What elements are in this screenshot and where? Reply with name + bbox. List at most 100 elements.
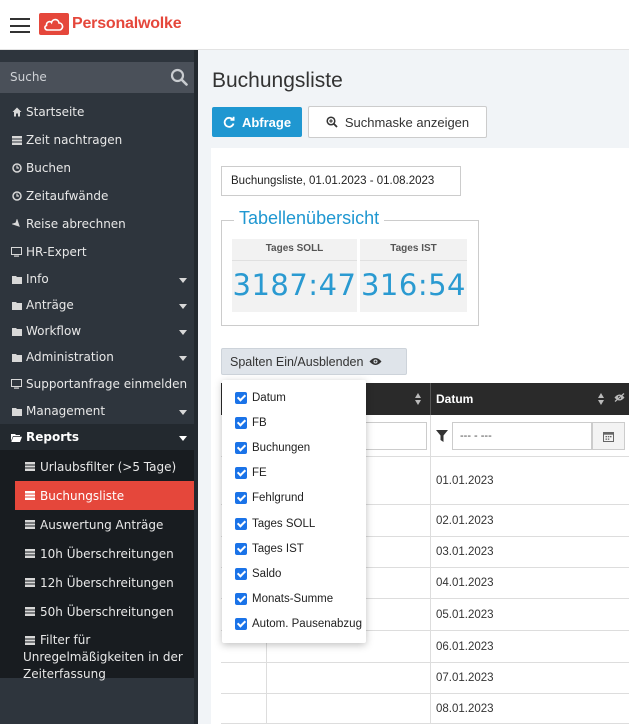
sidebar-subitem-12h[interactable]: 12h Überschreitungen bbox=[0, 568, 194, 597]
stat-label: Tages SOLL bbox=[265, 243, 324, 254]
column-visibility-menu: Datum FB Buchungen FE Fehlgrund Tages SOLL Tag… bbox=[222, 380, 366, 643]
date-cell: 04.01.2023 bbox=[436, 577, 494, 589]
checkbox-checked-icon[interactable] bbox=[235, 391, 247, 404]
filter-cell: --- - --- bbox=[431, 415, 629, 457]
column-toggle-item[interactable]: FB bbox=[222, 410, 366, 435]
sidebar-item-label: Zeiterfassung bbox=[23, 667, 106, 681]
sidebar-item-antraege[interactable]: Anträge bbox=[0, 292, 194, 318]
sidebar-item-administration[interactable]: Administration bbox=[0, 344, 194, 370]
table-icon bbox=[25, 548, 37, 559]
sidebar-item-zeitaufwaende[interactable]: Zeitaufwände bbox=[0, 182, 194, 210]
checkbox-checked-icon[interactable] bbox=[235, 593, 247, 606]
search-input[interactable] bbox=[10, 70, 160, 84]
table-icon bbox=[25, 577, 37, 588]
search-mask-button[interactable]: Suchmaske anzeigen bbox=[308, 106, 487, 138]
column-toggle-label: FE bbox=[252, 467, 267, 480]
checkbox-checked-icon[interactable] bbox=[235, 441, 247, 454]
folder-icon bbox=[10, 351, 23, 363]
sidebar-item-buchen[interactable]: Buchen bbox=[0, 154, 194, 182]
column-toggle-label: Buchungen bbox=[252, 441, 311, 454]
sidebar-item-zeit-nachtragen[interactable]: Zeit nachtragen bbox=[0, 126, 194, 154]
sidebar-item-label: Buchungsliste bbox=[40, 488, 125, 503]
clock-icon bbox=[10, 162, 23, 174]
stat-divider bbox=[360, 260, 467, 261]
column-toggle-item[interactable]: Saldo bbox=[222, 561, 366, 586]
date-cell: 05.01.2023 bbox=[436, 608, 494, 621]
sidebar-item-label: Supportanfrage einmelden bbox=[26, 377, 188, 391]
sidebar-item-reise-abrechnen[interactable]: Reise abrechnen bbox=[0, 210, 194, 238]
table-icon bbox=[25, 490, 37, 501]
column-toggle-item[interactable]: Tages SOLL bbox=[222, 511, 366, 536]
chevron-down-icon bbox=[179, 278, 187, 283]
column-toggle-item[interactable]: Autom. Pausenabzug bbox=[222, 612, 366, 637]
filter-icon[interactable] bbox=[436, 430, 448, 442]
sidebar-nav: Startseite Zeit nachtragen Buchen Zeitau… bbox=[0, 98, 194, 681]
column-toggle-label: Monats-Summe bbox=[252, 593, 334, 606]
table-icon bbox=[25, 635, 37, 646]
column-toggle-item[interactable]: FE bbox=[222, 461, 366, 486]
date-filter-input[interactable]: --- - --- bbox=[452, 422, 592, 450]
sidebar-item-supportanfrage[interactable]: Supportanfrage einmelden bbox=[0, 370, 194, 398]
folder-icon bbox=[10, 299, 23, 311]
sidebar-item-label: 12h Überschreitungen bbox=[40, 575, 174, 590]
date-filter-value: --- - --- bbox=[460, 430, 492, 442]
checkbox-checked-icon[interactable] bbox=[235, 492, 247, 505]
column-toggle-item[interactable]: Monats-Summe bbox=[222, 587, 366, 612]
column-header-datum[interactable]: Datum bbox=[431, 383, 629, 415]
column-toggle-item[interactable]: Datum bbox=[222, 385, 366, 410]
column-toggle-item[interactable]: Buchungen bbox=[222, 435, 366, 460]
checkbox-checked-icon[interactable] bbox=[235, 467, 247, 480]
sidebar-item-workflow[interactable]: Workflow bbox=[0, 318, 194, 344]
sidebar-subitem-auswertung-antraege[interactable]: Auswertung Anträge bbox=[0, 510, 194, 539]
top-bar: Personalwolke bbox=[0, 0, 629, 50]
eye-slash-icon[interactable] bbox=[614, 393, 625, 402]
hamburger-menu-icon[interactable] bbox=[10, 18, 30, 33]
checkbox-checked-icon[interactable] bbox=[235, 416, 247, 429]
sidebar-item-label: Administration bbox=[26, 350, 114, 364]
sidebar-subitem-buchungsliste[interactable]: Buchungsliste bbox=[15, 481, 194, 510]
sidebar-item-info[interactable]: Info bbox=[0, 266, 194, 292]
sort-icon bbox=[598, 393, 605, 405]
chevron-down-icon bbox=[179, 304, 187, 309]
date-cell: 06.01.2023 bbox=[436, 640, 494, 653]
sidebar-item-startseite[interactable]: Startseite bbox=[0, 98, 194, 126]
brand-logo[interactable]: Personalwolke bbox=[39, 13, 182, 35]
chevron-down-icon bbox=[179, 356, 187, 361]
sidebar-subitem-10h[interactable]: 10h Überschreitungen bbox=[0, 539, 194, 568]
column-toggle-item[interactable]: Fehlgrund bbox=[222, 486, 366, 511]
sidebar-item-label: Auswertung Anträge bbox=[40, 517, 164, 532]
folder-icon bbox=[10, 273, 23, 285]
sidebar-subitem-urlaubsfilter[interactable]: Urlaubsfilter (>5 Tage) bbox=[0, 452, 194, 481]
sidebar-item-management[interactable]: Management bbox=[0, 398, 194, 424]
sidebar-item-label-block: Filter für Unregelmäßigkeiten in der Zei… bbox=[23, 632, 183, 683]
sidebar-item-label: Urlaubsfilter (>5 Tage) bbox=[40, 459, 177, 474]
checkbox-checked-icon[interactable] bbox=[235, 618, 247, 631]
checkbox-checked-icon[interactable] bbox=[235, 567, 247, 580]
query-button[interactable]: Abfrage bbox=[212, 107, 302, 137]
table-row[interactable]: 07.01.2023 bbox=[221, 663, 629, 694]
column-toggle-item[interactable]: Tages IST bbox=[222, 536, 366, 561]
checkbox-checked-icon[interactable] bbox=[235, 517, 247, 530]
chevron-down-icon bbox=[179, 330, 187, 335]
sidebar-item-label: Zeitaufwände bbox=[26, 189, 109, 203]
stat-value: 3187:47 bbox=[232, 268, 357, 302]
sidebar-item-label: HR-Expert bbox=[26, 245, 87, 259]
sidebar-item-label: 50h Überschreitungen bbox=[40, 604, 174, 619]
sidebar-item-hr-expert[interactable]: HR-Expert bbox=[0, 238, 194, 266]
sidebar-subitem-50h[interactable]: 50h Überschreitungen bbox=[0, 597, 194, 626]
columns-toggle-button[interactable]: Spalten Ein/Ausblenden bbox=[221, 348, 407, 375]
sidebar-item-reports[interactable]: Reports bbox=[0, 424, 194, 450]
sidebar: Startseite Zeit nachtragen Buchen Zeitau… bbox=[0, 50, 194, 724]
query-button-label: Abfrage bbox=[241, 114, 292, 130]
table-icon bbox=[25, 461, 37, 472]
sidebar-item-label: 10h Überschreitungen bbox=[40, 546, 174, 561]
main-content: Buchungsliste Abfrage Suchmaske anzeigen… bbox=[198, 50, 629, 724]
checkbox-checked-icon[interactable] bbox=[235, 542, 247, 555]
table-row[interactable]: 08.01.2023 bbox=[221, 694, 629, 724]
calendar-button[interactable] bbox=[592, 422, 625, 450]
sidebar-item-label: Reports bbox=[26, 430, 80, 444]
column-toggle-label: Tages IST bbox=[252, 542, 304, 555]
search-icon[interactable] bbox=[170, 68, 188, 86]
overview-title: Tabellenübersicht bbox=[234, 208, 385, 229]
sidebar-subitem-unregelmaessigkeiten[interactable]: Filter für Unregelmäßigkeiten in der Zei… bbox=[0, 626, 194, 681]
